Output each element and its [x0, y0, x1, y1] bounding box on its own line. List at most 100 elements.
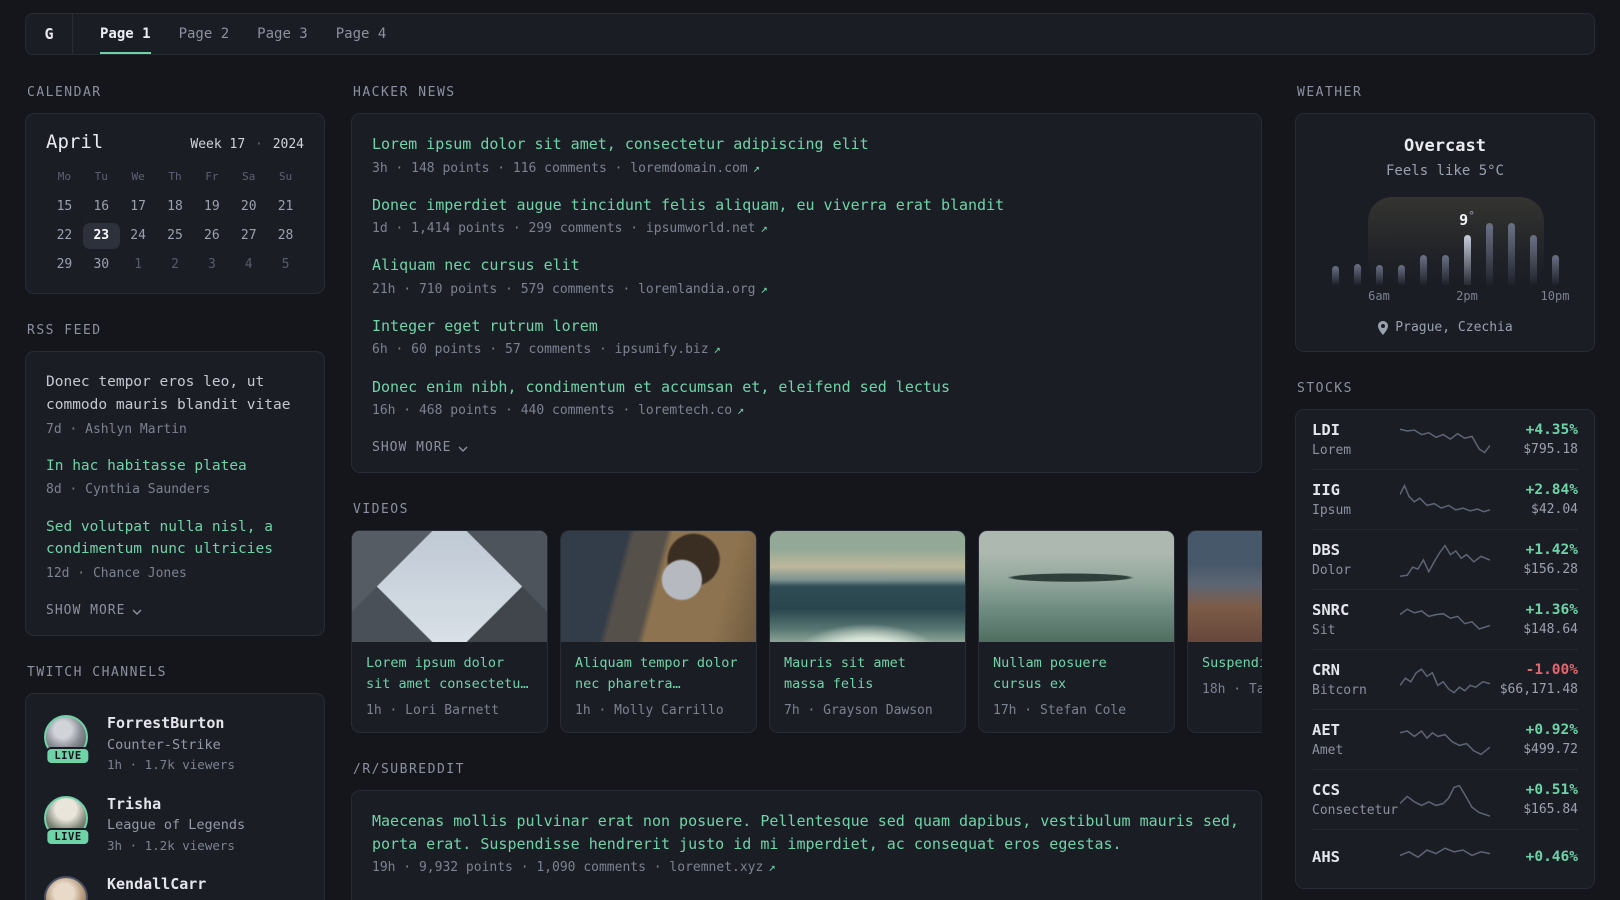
stock-change-percent: +0.92% — [1525, 722, 1578, 738]
external-link-icon: ↗ — [752, 160, 760, 175]
calendar-day: 25 — [167, 228, 183, 243]
map-pin-icon — [1378, 320, 1389, 335]
external-link-icon: ↗ — [713, 342, 721, 357]
twitch-channel-row[interactable]: LIVE Trisha League of Legends 3h · 1.2k … — [44, 794, 306, 855]
video-card[interactable]: Mauris sit amet massa felis 7h · Grayson… — [769, 530, 966, 734]
hn-story-meta: 6h · 60 points · 57 comments · ipsumify.… — [372, 342, 721, 358]
stock-name: Sit — [1312, 623, 1336, 638]
weather-bar — [1353, 264, 1361, 285]
video-card[interactable]: Lorem ipsum dolor sit amet consectetu… 1… — [351, 530, 548, 734]
stock-symbol: CRN — [1312, 661, 1340, 679]
video-title-link[interactable]: Nullam posuere cursus ex — [993, 653, 1160, 695]
video-thumbnail[interactable] — [352, 531, 547, 643]
calendar-day: 3 — [207, 257, 216, 272]
video-thumbnail[interactable] — [770, 531, 965, 643]
video-title-link[interactable]: Suspendisse sed diam — [1202, 653, 1262, 674]
page-tabs: Page 1 Page 2 Page 3 Page 4 — [73, 14, 386, 54]
calendar-section-title: CALENDAR — [27, 85, 102, 100]
calendar-day: 1 — [134, 257, 143, 272]
video-thumbnail[interactable] — [561, 531, 756, 643]
video-thumbnail[interactable] — [1188, 531, 1262, 643]
avatar: LIVE — [44, 794, 92, 846]
video-title-link[interactable]: Lorem ipsum dolor sit amet consectetu… — [366, 653, 533, 695]
rss-show-more-button[interactable]: SHOW MORE — [46, 603, 142, 618]
stock-sparkline — [1400, 422, 1490, 458]
hn-story: Aliquam nec cursus elit 21h · 710 points… — [372, 254, 1241, 300]
stock-row[interactable]: AET Amet +0.92% $499.72 — [1312, 709, 1578, 769]
hackernews-section-title: HACKER NEWS — [353, 85, 456, 100]
video-card[interactable]: Aliquam tempor dolor nec pharetra… 1h · … — [560, 530, 757, 734]
stock-price: $148.64 — [1523, 622, 1578, 637]
stock-symbol: SNRC — [1312, 601, 1350, 619]
tab-page-3[interactable]: Page 3 — [257, 14, 308, 54]
stock-row[interactable]: LDI Lorem +4.35% $795.18 — [1312, 410, 1578, 469]
calendar-day: 22 — [56, 228, 73, 243]
hn-story: Donec imperdiet augue tincidunt felis al… — [372, 194, 1241, 240]
rss-item-link[interactable]: In hac habitasse platea — [46, 458, 247, 474]
weather-bar — [1507, 223, 1515, 285]
video-card[interactable]: Nullam posuere cursus ex 17h · Stefan Co… — [978, 530, 1175, 734]
hn-story-meta: 21h · 710 points · 579 comments · loreml… — [372, 281, 768, 297]
middle-column: HACKER NEWS Lorem ipsum dolor sit amet, … — [351, 85, 1262, 900]
calendar-day: 15 — [56, 199, 73, 214]
video-meta: 17h · Stefan Cole — [993, 703, 1127, 719]
calendar-day: 2 — [171, 257, 179, 272]
hn-story: Donec enim nibh, condimentum et accumsan… — [372, 376, 1241, 422]
tab-page-2[interactable]: Page 2 — [179, 14, 230, 54]
hn-story-link[interactable]: Integer eget rutrum lorem — [372, 317, 598, 335]
video-thumbnail[interactable] — [979, 531, 1174, 643]
hn-story-link[interactable]: Donec enim nibh, condimentum et accumsan… — [372, 378, 950, 396]
weather-highlight-temp: 9° — [1459, 209, 1475, 229]
rss-item-meta: 8d · Cynthia Saunders — [46, 482, 211, 498]
stock-name: Dolor — [1312, 563, 1352, 578]
weekday-label: Th — [168, 170, 182, 183]
hn-story-link[interactable]: Donec imperdiet augue tincidunt felis al… — [372, 196, 1004, 214]
weather-location: Prague, Czechia — [1316, 320, 1574, 335]
stock-name: Consectetur — [1312, 803, 1399, 818]
stock-symbol: CCS — [1312, 781, 1340, 799]
stock-change-percent: +4.35% — [1525, 422, 1578, 438]
subreddit-card: Maecenas mollis pulvinar erat non posuer… — [351, 790, 1262, 900]
stock-sparkline — [1400, 542, 1490, 578]
tab-page-4[interactable]: Page 4 — [336, 14, 387, 54]
hn-story-link[interactable]: Aliquam nec cursus elit — [372, 256, 580, 274]
reddit-post-link[interactable]: Maecenas mollis pulvinar erat non posuer… — [372, 812, 1239, 853]
hn-story-meta: 1d · 1,414 points · 299 comments · ipsum… — [372, 221, 768, 237]
twitch-channel-row[interactable]: LIVE ForrestBurton Counter-Strike 1h · 1… — [44, 713, 306, 774]
reddit-post-meta: 19h · 9,932 points · 1,090 comments · lo… — [372, 860, 776, 876]
stock-row[interactable]: CRN Bitcorn -1.00% $66,171.48 — [1312, 649, 1578, 709]
video-title-link[interactable]: Mauris sit amet massa felis — [784, 653, 951, 695]
hn-story-link[interactable]: Lorem ipsum dolor sit amet, consectetur … — [372, 135, 869, 153]
app-logo[interactable]: G — [26, 14, 73, 54]
rss-item-link[interactable]: Donec tempor eros leo, ut commodo mauris… — [46, 374, 290, 413]
twitch-card: LIVE ForrestBurton Counter-Strike 1h · 1… — [25, 693, 325, 900]
rss-section-title: RSS FEED — [27, 323, 102, 338]
stock-row[interactable]: AHS +0.46% — [1312, 829, 1578, 888]
weather-time-label: 6am — [1368, 289, 1390, 303]
hn-story: Integer eget rutrum lorem 6h · 60 points… — [372, 315, 1241, 361]
twitch-channel-row[interactable]: KendallCarr — [44, 874, 306, 900]
stock-row[interactable]: IIG Ipsum +2.84% $42.04 — [1312, 469, 1578, 529]
rss-item-link[interactable]: Sed volutpat nulla nisl, a condimentum n… — [46, 519, 273, 558]
stock-name: Bitcorn — [1312, 683, 1367, 698]
channel-category: League of Legends — [107, 817, 246, 834]
stock-row[interactable]: DBS Dolor +1.42% $156.28 — [1312, 529, 1578, 589]
chevron-down-icon — [458, 446, 468, 452]
chevron-down-icon — [132, 609, 142, 615]
stock-price: $499.72 — [1523, 742, 1578, 757]
weekday-label: Sa — [242, 170, 256, 183]
video-card[interactable]: Suspendisse sed diam 18h · Tara — [1187, 530, 1262, 734]
reddit-post: Maecenas mollis pulvinar erat non posuer… — [372, 810, 1241, 878]
stock-price: $156.28 — [1523, 562, 1578, 577]
stock-row[interactable]: CCS Consectetur +0.51% $165.84 — [1312, 769, 1578, 829]
stock-sparkline — [1400, 662, 1490, 698]
stock-price: $42.04 — [1531, 502, 1578, 517]
tab-page-1[interactable]: Page 1 — [100, 14, 151, 54]
stock-row[interactable]: SNRC Sit +1.36% $148.64 — [1312, 589, 1578, 649]
stocks-widget: STOCKS LDI Lorem +4.35% $795.18 IIG Ipsum +2.8… — [1295, 381, 1595, 889]
hn-show-more-button[interactable]: SHOW MORE — [372, 440, 468, 455]
video-title-link[interactable]: Aliquam tempor dolor nec pharetra… — [575, 653, 742, 695]
weather-location-label: Prague, Czechia — [1395, 320, 1513, 335]
avatar: LIVE — [44, 713, 92, 766]
avatar — [44, 874, 92, 900]
